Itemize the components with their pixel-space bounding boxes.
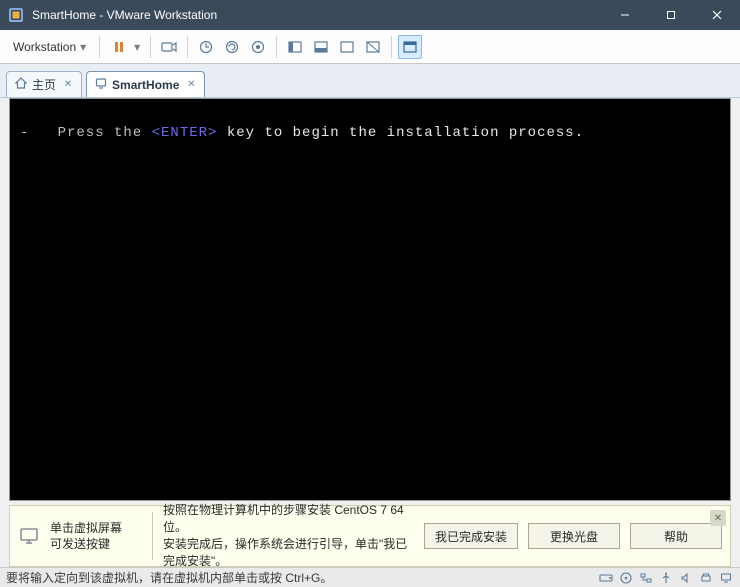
console-output: - Press the <ENTER> key to begin the ins… — [10, 99, 730, 167]
info-left-line2: 可发送按键 — [50, 536, 142, 552]
snapshot-revert-button[interactable] — [220, 35, 244, 59]
workstation-menu[interactable]: Workstation ▾ — [6, 37, 93, 57]
vm-icon — [95, 77, 107, 92]
info-close-button[interactable]: ✕ — [710, 510, 726, 526]
view-console-button[interactable] — [309, 35, 333, 59]
view-sidebar-button[interactable] — [283, 35, 307, 59]
view-unity-button[interactable] — [398, 35, 422, 59]
workstation-menu-label: Workstation — [13, 40, 76, 54]
title-bar: SmartHome - VMware Workstation — [0, 0, 740, 30]
toolbar-separator — [187, 36, 188, 58]
window-controls — [602, 0, 740, 30]
app-icon — [8, 7, 24, 23]
console-text-suffix: key to begin the installation process. — [217, 125, 584, 141]
toolbar-separator — [99, 36, 100, 58]
window-title: SmartHome - VMware Workstation — [32, 8, 602, 22]
pause-icon — [107, 35, 131, 59]
toolbar: Workstation ▾ ▾ — [0, 30, 740, 64]
console-text-prefix: - Press the — [20, 125, 152, 141]
usb-icon[interactable] — [658, 570, 674, 586]
tab-label: 主页 — [32, 76, 56, 93]
close-button[interactable] — [694, 0, 740, 30]
info-left-line1: 单击虚拟屏幕 — [50, 520, 142, 536]
tab-strip: 主页 ✕ SmartHome ✕ — [0, 64, 740, 98]
install-done-button[interactable]: 我已完成安装 — [424, 523, 518, 549]
chevron-down-icon: ▾ — [131, 40, 143, 54]
pause-button[interactable]: ▾ — [106, 34, 144, 60]
snapshot-take-button[interactable] — [194, 35, 218, 59]
display-icon[interactable] — [718, 570, 734, 586]
info-divider — [152, 512, 153, 560]
toolbar-separator — [391, 36, 392, 58]
sound-icon[interactable] — [678, 570, 694, 586]
chevron-down-icon: ▾ — [80, 40, 86, 54]
hdd-icon[interactable] — [598, 570, 614, 586]
network-icon[interactable] — [638, 570, 654, 586]
monitor-icon — [18, 527, 40, 545]
view-fullscreen-button[interactable] — [361, 35, 385, 59]
tab-close-button[interactable]: ✕ — [61, 78, 75, 92]
send-ctrl-alt-del-button[interactable] — [157, 35, 181, 59]
guest-display[interactable]: - Press the <ENTER> key to begin the ins… — [9, 98, 731, 501]
status-bar: 要将输入定向到该虚拟机，请在虚拟机内部单击或按 Ctrl+G。 — [0, 567, 740, 587]
tab-smarthome[interactable]: SmartHome ✕ — [86, 71, 205, 97]
minimize-button[interactable] — [602, 0, 648, 30]
tab-label: SmartHome — [112, 78, 179, 92]
snapshot-manage-button[interactable] — [246, 35, 270, 59]
tab-close-button[interactable]: ✕ — [184, 78, 198, 92]
change-disc-button[interactable]: 更换光盘 — [528, 523, 620, 549]
printer-icon[interactable] — [698, 570, 714, 586]
toolbar-separator — [276, 36, 277, 58]
install-info-bar: 单击虚拟屏幕 可发送按键 按照在物理计算机中的步骤安装 CentOS 7 64 … — [9, 505, 731, 567]
toolbar-separator — [150, 36, 151, 58]
info-buttons: 我已完成安装 更换光盘 帮助 — [424, 523, 722, 549]
status-message: 要将输入定向到该虚拟机，请在虚拟机内部单击或按 Ctrl+G。 — [6, 569, 332, 586]
view-stretch-button[interactable] — [335, 35, 359, 59]
status-device-icons — [598, 570, 734, 586]
info-message: 按照在物理计算机中的步骤安装 CentOS 7 64 位。 安装完成后，操作系统… — [163, 502, 414, 569]
console-enter-key: <ENTER> — [152, 125, 218, 141]
home-icon — [15, 77, 27, 92]
help-button[interactable]: 帮助 — [630, 523, 722, 549]
tab-home[interactable]: 主页 ✕ — [6, 71, 82, 97]
info-left-hint: 单击虚拟屏幕 可发送按键 — [50, 520, 142, 552]
maximize-button[interactable] — [648, 0, 694, 30]
cd-icon[interactable] — [618, 570, 634, 586]
